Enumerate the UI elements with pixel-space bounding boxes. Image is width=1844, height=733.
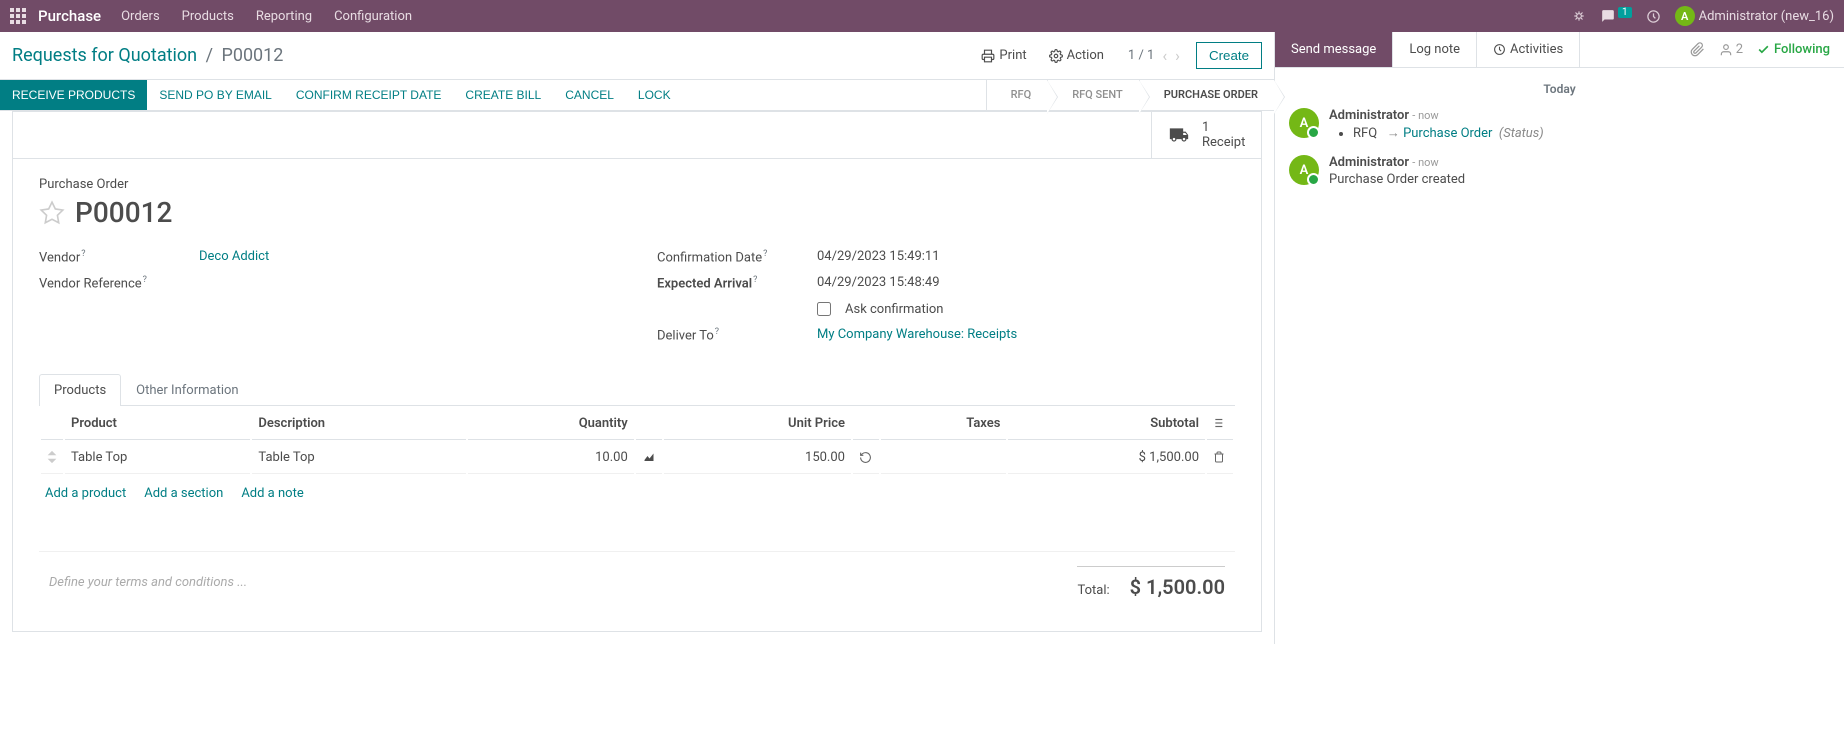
ask-confirmation-checkbox[interactable] xyxy=(817,302,831,316)
avatar-icon: A xyxy=(1289,108,1319,138)
vendor-label: Vendor? xyxy=(39,249,199,265)
confirm-receipt-date-button[interactable]: CONFIRM RECEIPT DATE xyxy=(284,80,454,110)
menu-orders[interactable]: Orders xyxy=(121,9,160,24)
user-menu[interactable]: A Administrator (new_16) xyxy=(1675,6,1834,26)
add-product-link[interactable]: Add a product xyxy=(45,486,126,501)
col-subtotal: Subtotal xyxy=(1008,408,1205,440)
message-author[interactable]: Administrator xyxy=(1329,155,1409,170)
add-note-link[interactable]: Add a note xyxy=(241,486,303,501)
send-po-email-button[interactable]: SEND PO BY EMAIL xyxy=(147,80,283,110)
pager: 1 / 1 ‹ › xyxy=(1128,46,1180,65)
message-time: - now xyxy=(1412,109,1438,122)
ask-confirmation-label: Ask confirmation xyxy=(845,302,944,317)
pager-value[interactable]: 1 / 1 xyxy=(1128,48,1154,63)
log-note-button[interactable]: Log note xyxy=(1393,32,1477,67)
expected-arrival-field[interactable]: 04/29/2023 15:48:49 xyxy=(817,275,1235,290)
title-label: Purchase Order xyxy=(39,177,1235,192)
message-author[interactable]: Administrator xyxy=(1329,108,1409,123)
cell-description[interactable]: Table Top xyxy=(252,442,466,474)
apps-icon[interactable] xyxy=(10,8,26,24)
activities-button[interactable]: Activities xyxy=(1477,32,1580,67)
attachments-icon[interactable] xyxy=(1690,42,1705,57)
messaging-count: 1 xyxy=(1618,7,1632,18)
send-message-button[interactable]: Send message xyxy=(1275,32,1393,67)
print-button[interactable]: Print xyxy=(973,44,1034,67)
message-time: - now xyxy=(1412,156,1438,169)
tracking-value: RFQ → Purchase Order (Status) xyxy=(1353,125,1544,141)
menu-configuration[interactable]: Configuration xyxy=(334,9,412,24)
drag-handle-icon[interactable] xyxy=(41,442,63,474)
add-section-link[interactable]: Add a section xyxy=(144,486,223,501)
messaging-icon[interactable]: 1 xyxy=(1600,9,1632,23)
breadcrumb-current: P00012 xyxy=(221,45,283,66)
activities-icon[interactable] xyxy=(1646,9,1661,24)
confirmation-date-label: Confirmation Date? xyxy=(657,249,817,265)
cell-product[interactable]: Table Top xyxy=(65,442,250,474)
following-button[interactable]: Following xyxy=(1757,42,1830,57)
total-label: Total: xyxy=(1077,583,1109,598)
col-description: Description xyxy=(252,408,466,440)
menu-reporting[interactable]: Reporting xyxy=(256,9,312,24)
tab-products[interactable]: Products xyxy=(39,374,121,406)
cell-subtotal: $ 1,500.00 xyxy=(1008,442,1205,474)
col-taxes: Taxes xyxy=(881,408,1006,440)
user-name: Administrator (new_16) xyxy=(1699,9,1834,24)
receive-products-button[interactable]: RECEIVE PRODUCTS xyxy=(0,80,147,110)
chatter-message: A Administrator - now RFQ → Purchase Ord… xyxy=(1289,108,1830,141)
col-product: Product xyxy=(65,408,250,440)
table-row[interactable]: Table Top Table Top 10.00 150.00 xyxy=(41,442,1233,474)
col-options-icon[interactable] xyxy=(1207,408,1233,440)
truck-icon xyxy=(1166,125,1192,145)
terms-input[interactable]: Define your terms and conditions ... xyxy=(49,575,247,590)
col-quantity: Quantity xyxy=(468,408,634,440)
receipt-stat-button[interactable]: 1 Receipt xyxy=(1151,112,1261,158)
order-name[interactable]: P00012 xyxy=(75,196,172,229)
cell-quantity[interactable]: 10.00 xyxy=(468,442,634,474)
create-bill-button[interactable]: CREATE BILL xyxy=(453,80,553,110)
total-value: $ 1,500.00 xyxy=(1130,575,1225,599)
tab-other-information[interactable]: Other Information xyxy=(121,374,253,406)
chatter-date-separator: Today xyxy=(1289,82,1830,96)
user-avatar-icon: A xyxy=(1675,6,1695,26)
refresh-price-icon[interactable] xyxy=(853,442,879,474)
vendor-field[interactable]: Deco Addict xyxy=(199,249,617,264)
create-button[interactable]: Create xyxy=(1196,42,1262,69)
deliver-to-label: Deliver To? xyxy=(657,327,817,343)
stage-purchase-order[interactable]: PURCHASE ORDER xyxy=(1139,80,1274,110)
cell-unit-price[interactable]: 150.00 xyxy=(664,442,851,474)
breadcrumb-root[interactable]: Requests for Quotation xyxy=(12,45,197,66)
delete-row-icon[interactable] xyxy=(1207,442,1233,474)
deliver-to-field[interactable]: My Company Warehouse: Receipts xyxy=(817,327,1235,342)
stage-rfq[interactable]: RFQ xyxy=(986,80,1048,110)
receipt-label: Receipt xyxy=(1202,135,1245,150)
message-body: Purchase Order created xyxy=(1329,172,1465,187)
app-brand[interactable]: Purchase xyxy=(38,7,101,25)
lock-button[interactable]: LOCK xyxy=(626,80,683,110)
nav-menu: Orders Products Reporting Configuration xyxy=(121,9,412,24)
action-button[interactable]: Action xyxy=(1041,44,1112,67)
expected-arrival-label: Expected Arrival? xyxy=(657,275,817,291)
menu-products[interactable]: Products xyxy=(182,9,234,24)
cancel-button[interactable]: CANCEL xyxy=(553,80,626,110)
avatar-icon: A xyxy=(1289,155,1319,185)
pager-prev-icon[interactable]: ‹ xyxy=(1162,46,1167,65)
vendor-reference-label: Vendor Reference? xyxy=(39,275,199,291)
breadcrumb-separator: / xyxy=(206,45,213,66)
cell-taxes[interactable] xyxy=(881,442,1006,474)
followers-button[interactable]: 2 xyxy=(1719,42,1743,57)
confirmation-date-field[interactable]: 04/29/2023 15:49:11 xyxy=(817,249,1235,264)
pager-next-icon[interactable]: › xyxy=(1175,46,1180,65)
chatter-message: A Administrator - now Purchase Order cre… xyxy=(1289,155,1830,187)
col-unit-price: Unit Price xyxy=(664,408,851,440)
breadcrumb: Requests for Quotation / P00012 xyxy=(12,45,283,66)
priority-star-icon[interactable] xyxy=(39,200,65,226)
forecast-icon[interactable] xyxy=(636,442,662,474)
receipt-count: 1 xyxy=(1202,120,1245,135)
stage-rfq-sent[interactable]: RFQ SENT xyxy=(1047,80,1139,110)
debug-icon[interactable] xyxy=(1572,9,1586,23)
